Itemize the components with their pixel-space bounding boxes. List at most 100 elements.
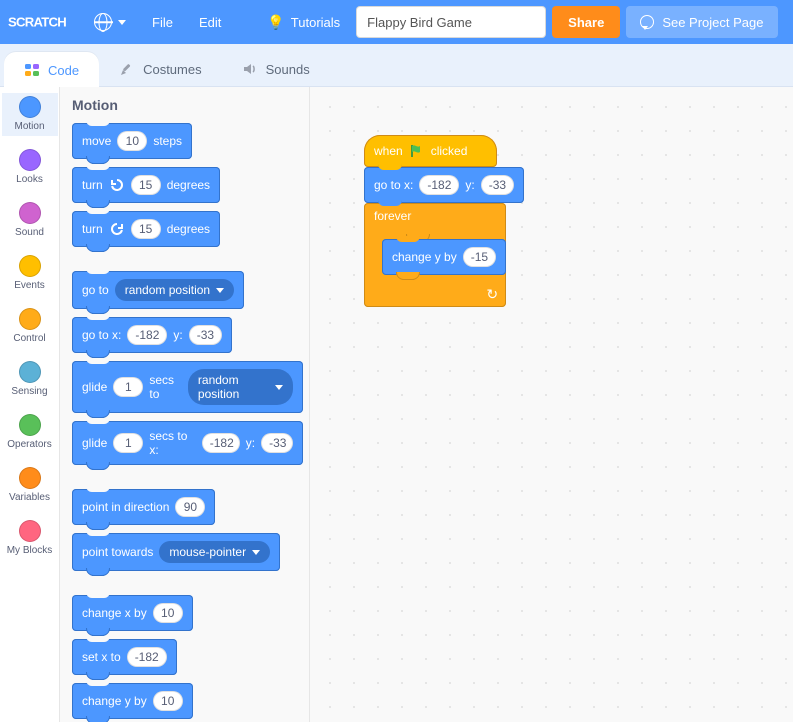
block-number-input[interactable]: 10 bbox=[153, 603, 183, 623]
block-number-input[interactable]: 10 bbox=[117, 131, 147, 151]
block-change-y[interactable]: change y by -15 bbox=[382, 239, 506, 275]
category-label: Sound bbox=[15, 227, 44, 238]
menubar: SCRATCH File Edit 💡 Tutorials Share See … bbox=[0, 0, 793, 44]
block-text: turn bbox=[82, 178, 103, 192]
block-move-steps[interactable]: move 10 steps bbox=[72, 123, 192, 159]
script-stack[interactable]: when clicked go to x: -182 y: -33 foreve… bbox=[364, 135, 524, 307]
category-motion[interactable]: Motion bbox=[2, 93, 58, 136]
block-palette[interactable]: Motion move 10 steps turn 15 degrees tur… bbox=[60, 87, 310, 722]
block-text: secs to x: bbox=[149, 429, 195, 457]
tab-costumes-label: Costumes bbox=[143, 62, 202, 77]
block-change-y[interactable]: change y by 10 bbox=[72, 683, 193, 719]
block-turn-cw[interactable]: turn 15 degrees bbox=[72, 167, 220, 203]
block-goto-xy[interactable]: go to x: -182 y: -33 bbox=[364, 167, 524, 203]
see-project-page-button[interactable]: See Project Page bbox=[626, 6, 777, 38]
block-forever[interactable]: forever change y by -15 ↻ bbox=[364, 203, 506, 307]
dropdown-label: random position bbox=[198, 373, 269, 401]
category-dot-icon bbox=[19, 361, 41, 383]
block-dropdown[interactable]: random position bbox=[188, 369, 293, 405]
category-label: Looks bbox=[16, 174, 43, 185]
category-events[interactable]: Events bbox=[2, 252, 58, 295]
block-text: y: bbox=[246, 436, 255, 450]
file-menu[interactable]: File bbox=[142, 9, 183, 36]
tutorials-label: Tutorials bbox=[291, 15, 340, 30]
block-number-input[interactable]: 90 bbox=[175, 497, 205, 517]
block-turn-ccw[interactable]: turn 15 degrees bbox=[72, 211, 220, 247]
svg-text:SCRATCH: SCRATCH bbox=[8, 14, 66, 29]
block-goto-xy[interactable]: go to x: -182 y: -33 bbox=[72, 317, 232, 353]
block-text: y: bbox=[173, 328, 182, 342]
block-text: forever bbox=[374, 209, 411, 223]
category-sensing[interactable]: Sensing bbox=[2, 358, 58, 401]
category-variables[interactable]: Variables bbox=[2, 464, 58, 507]
category-dot-icon bbox=[19, 414, 41, 436]
block-number-input[interactable]: 1 bbox=[113, 433, 143, 453]
chevron-down-icon bbox=[275, 385, 283, 390]
block-text: change y by bbox=[392, 250, 457, 264]
block-goto-menu[interactable]: go to random position bbox=[72, 271, 244, 309]
category-dot-icon bbox=[19, 467, 41, 489]
category-my-blocks[interactable]: My Blocks bbox=[2, 517, 58, 560]
code-icon bbox=[24, 62, 40, 78]
category-looks[interactable]: Looks bbox=[2, 146, 58, 189]
scratch-logo[interactable]: SCRATCH bbox=[8, 8, 78, 36]
block-number-input[interactable]: -15 bbox=[463, 247, 496, 267]
block-number-input[interactable]: -33 bbox=[481, 175, 514, 195]
block-glide-to-menu[interactable]: glide 1 secs to random position bbox=[72, 361, 303, 413]
share-button[interactable]: Share bbox=[552, 6, 620, 38]
block-point-towards[interactable]: point towards mouse-pointer bbox=[72, 533, 280, 571]
block-text: change y by bbox=[82, 694, 147, 708]
block-number-input[interactable]: -182 bbox=[127, 325, 167, 345]
block-number-input[interactable]: 10 bbox=[153, 691, 183, 711]
editor-main: Motion Looks Sound Events Control Sensing Oper… bbox=[0, 87, 793, 722]
block-text: steps bbox=[153, 134, 182, 148]
tutorials-button[interactable]: 💡 Tutorials bbox=[257, 8, 350, 37]
block-point-direction[interactable]: point in direction 90 bbox=[72, 489, 215, 525]
block-dropdown[interactable]: random position bbox=[115, 279, 234, 301]
block-text: change x by bbox=[82, 606, 147, 620]
block-number-input[interactable]: -182 bbox=[127, 647, 167, 667]
block-text: move bbox=[82, 134, 111, 148]
block-change-x[interactable]: change x by 10 bbox=[72, 595, 193, 631]
script-workspace[interactable]: when clicked go to x: -182 y: -33 foreve… bbox=[310, 87, 793, 722]
tab-code[interactable]: Code bbox=[4, 52, 99, 87]
block-text: point towards bbox=[82, 545, 153, 559]
block-number-input[interactable]: -182 bbox=[202, 433, 240, 453]
block-text: clicked bbox=[431, 144, 468, 158]
editor-tabs: Code Costumes Sounds bbox=[0, 44, 793, 87]
rotate-cw-icon bbox=[109, 177, 125, 193]
block-number-input[interactable]: 15 bbox=[131, 175, 161, 195]
block-when-flag-clicked[interactable]: when clicked bbox=[364, 135, 497, 167]
category-label: Events bbox=[14, 280, 45, 291]
category-operators[interactable]: Operators bbox=[2, 411, 58, 454]
block-number-input[interactable]: 1 bbox=[113, 377, 143, 397]
block-text: turn bbox=[82, 222, 103, 236]
category-control[interactable]: Control bbox=[2, 305, 58, 348]
block-text: secs to bbox=[149, 373, 182, 401]
block-number-input[interactable]: 15 bbox=[131, 219, 161, 239]
globe-icon bbox=[94, 13, 112, 31]
block-number-input[interactable]: -182 bbox=[419, 175, 459, 195]
category-sound[interactable]: Sound bbox=[2, 199, 58, 242]
chevron-down-icon bbox=[216, 288, 224, 293]
paintbrush-icon bbox=[119, 61, 135, 77]
category-label: Variables bbox=[9, 492, 50, 503]
tab-sounds[interactable]: Sounds bbox=[222, 51, 330, 86]
tab-code-label: Code bbox=[48, 63, 79, 78]
block-dropdown[interactable]: mouse-pointer bbox=[159, 541, 270, 563]
tab-costumes[interactable]: Costumes bbox=[99, 51, 222, 86]
block-number-input[interactable]: -33 bbox=[261, 433, 293, 453]
block-text: go to x: bbox=[82, 328, 121, 342]
block-number-input[interactable]: -33 bbox=[189, 325, 222, 345]
block-text: when bbox=[374, 144, 403, 158]
chevron-down-icon bbox=[118, 20, 126, 25]
category-dot-icon bbox=[19, 255, 41, 277]
block-set-x[interactable]: set x to -182 bbox=[72, 639, 177, 675]
block-text: point in direction bbox=[82, 500, 169, 514]
speaker-icon bbox=[242, 61, 258, 77]
edit-menu[interactable]: Edit bbox=[189, 9, 231, 36]
language-menu[interactable] bbox=[84, 7, 136, 37]
project-title-input[interactable] bbox=[356, 6, 546, 38]
tab-sounds-label: Sounds bbox=[266, 62, 310, 77]
block-glide-to-xy[interactable]: glide 1 secs to x: -182 y: -33 bbox=[72, 421, 303, 465]
